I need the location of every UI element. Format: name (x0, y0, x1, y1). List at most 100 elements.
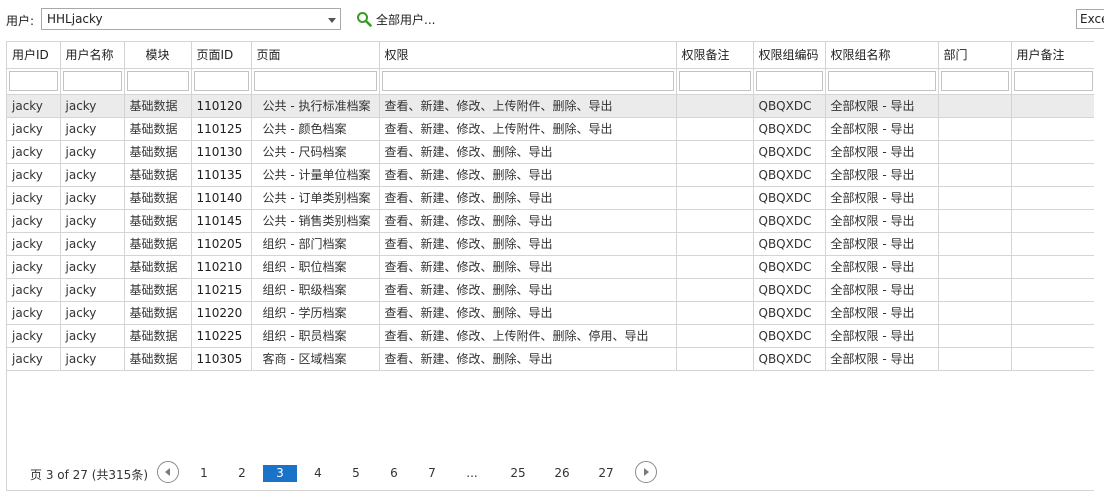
cell-group-code[interactable]: QBQXDC (753, 324, 826, 348)
cell-permission-note[interactable] (676, 163, 754, 187)
cell-permission[interactable]: 查看、新建、修改、删除、导出 (379, 278, 677, 302)
cell-permission-note[interactable] (676, 209, 754, 233)
cell-user-id[interactable]: jacky (7, 278, 61, 302)
cell-user-id[interactable]: jacky (7, 209, 61, 233)
cell-page[interactable]: 公共 - 订单类别档案 (251, 186, 380, 210)
table-row[interactable]: jacky jacky 基础数据 110225 组织 - 职员档案 查看、新建、修改、上传… (7, 324, 1094, 348)
cell-user-note[interactable] (1011, 117, 1094, 141)
export-excel-button[interactable]: Excel (1076, 9, 1104, 29)
cell-group-code[interactable]: QBQXDC (753, 94, 826, 118)
cell-group-code[interactable]: QBQXDC (753, 278, 826, 302)
cell-user-id[interactable]: jacky (7, 186, 61, 210)
cell-permission[interactable]: 查看、新建、修改、上传附件、删除、导出 (379, 117, 677, 141)
cell-group-code[interactable]: QBQXDC (753, 347, 826, 371)
cell-user-note[interactable] (1011, 278, 1094, 302)
table-row[interactable]: jacky jacky 基础数据 110120 公共 - 执行标准档案 查看、新建、修改、… (7, 94, 1094, 118)
cell-group-name[interactable]: 全部权限 - 导出 (825, 278, 939, 302)
cell-group-code[interactable]: QBQXDC (753, 255, 826, 279)
cell-page-id[interactable]: 110135 (191, 163, 252, 187)
table-row[interactable]: jacky jacky 基础数据 110125 公共 - 颜色档案 查看、新建、修改、上传… (7, 117, 1094, 141)
cell-user-name[interactable]: jacky (60, 186, 125, 210)
prev-page-button[interactable] (157, 461, 179, 483)
cell-module[interactable]: 基础数据 (124, 301, 192, 325)
filter-input-user-name[interactable] (62, 71, 122, 91)
table-row[interactable]: jacky jacky 基础数据 110130 公共 - 尺码档案 查看、新建、修改、删除… (7, 140, 1094, 164)
table-row[interactable]: jacky jacky 基础数据 110145 公共 - 销售类别档案 查看、新建、修改、… (7, 209, 1094, 233)
cell-page[interactable]: 公共 - 尺码档案 (251, 140, 380, 164)
cell-group-name[interactable]: 全部权限 - 导出 (825, 186, 939, 210)
cell-permission-note[interactable] (676, 255, 754, 279)
filter-input-page[interactable] (253, 71, 377, 91)
cell-user-name[interactable]: jacky (60, 301, 125, 325)
cell-user-id[interactable]: jacky (7, 255, 61, 279)
cell-permission[interactable]: 查看、新建、修改、删除、导出 (379, 232, 677, 256)
cell-user-name[interactable]: jacky (60, 163, 125, 187)
cell-permission-note[interactable] (676, 347, 754, 371)
cell-group-name[interactable]: 全部权限 - 导出 (825, 324, 939, 348)
column-header-group-code[interactable]: 权限组编码 (753, 42, 826, 69)
page-link[interactable]: 1 (187, 465, 221, 482)
table-row[interactable]: jacky jacky 基础数据 110215 组织 - 职级档案 查看、新建、修改、删除… (7, 278, 1094, 302)
cell-module[interactable]: 基础数据 (124, 278, 192, 302)
cell-group-name[interactable]: 全部权限 - 导出 (825, 94, 939, 118)
cell-module[interactable]: 基础数据 (124, 186, 192, 210)
cell-user-id[interactable]: jacky (7, 232, 61, 256)
user-select[interactable]: HHLjacky (41, 8, 341, 30)
cell-user-name[interactable]: jacky (60, 255, 125, 279)
cell-group-code[interactable]: QBQXDC (753, 186, 826, 210)
cell-user-id[interactable]: jacky (7, 301, 61, 325)
cell-page[interactable]: 公共 - 销售类别档案 (251, 209, 380, 233)
cell-department[interactable] (938, 278, 1012, 302)
cell-page-id[interactable]: 110120 (191, 94, 252, 118)
column-header-user-name[interactable]: 用户名称 (60, 42, 125, 69)
cell-group-name[interactable]: 全部权限 - 导出 (825, 117, 939, 141)
cell-module[interactable]: 基础数据 (124, 140, 192, 164)
cell-module[interactable]: 基础数据 (124, 232, 192, 256)
cell-permission-note[interactable] (676, 186, 754, 210)
cell-user-name[interactable]: jacky (60, 94, 125, 118)
cell-group-name[interactable]: 全部权限 - 导出 (825, 255, 939, 279)
table-row[interactable]: jacky jacky 基础数据 110135 公共 - 计量单位档案 查看、新建、修改、… (7, 163, 1094, 187)
cell-user-id[interactable]: jacky (7, 324, 61, 348)
cell-module[interactable]: 基础数据 (124, 255, 192, 279)
cell-page[interactable]: 公共 - 颜色档案 (251, 117, 380, 141)
cell-page[interactable]: 组织 - 部门档案 (251, 232, 380, 256)
filter-input-permission-note[interactable] (678, 71, 751, 91)
cell-user-note[interactable] (1011, 186, 1094, 210)
column-header-page-id[interactable]: 页面ID (191, 42, 252, 69)
cell-user-name[interactable]: jacky (60, 324, 125, 348)
page-link[interactable]: 2 (225, 465, 259, 482)
cell-group-code[interactable]: QBQXDC (753, 209, 826, 233)
cell-page[interactable]: 组织 - 职位档案 (251, 255, 380, 279)
cell-permission-note[interactable] (676, 94, 754, 118)
cell-user-id[interactable]: jacky (7, 117, 61, 141)
column-header-permission-note[interactable]: 权限备注 (676, 42, 754, 69)
page-link[interactable]: 26 (545, 465, 579, 482)
cell-user-note[interactable] (1011, 347, 1094, 371)
cell-user-name[interactable]: jacky (60, 278, 125, 302)
page-link[interactable]: 7 (415, 465, 449, 482)
cell-permission[interactable]: 查看、新建、修改、删除、导出 (379, 140, 677, 164)
page-link[interactable]: 25 (501, 465, 535, 482)
cell-user-name[interactable]: jacky (60, 209, 125, 233)
column-header-department[interactable]: 部门 (938, 42, 1012, 69)
cell-user-name[interactable]: jacky (60, 347, 125, 371)
cell-permission[interactable]: 查看、新建、修改、删除、导出 (379, 301, 677, 325)
cell-page-id[interactable]: 110125 (191, 117, 252, 141)
cell-page-id[interactable]: 110140 (191, 186, 252, 210)
cell-department[interactable] (938, 140, 1012, 164)
filter-input-group-code[interactable] (755, 71, 823, 91)
filter-input-user-id[interactable] (9, 71, 58, 91)
cell-page[interactable]: 客商 - 区域档案 (251, 347, 380, 371)
page-link[interactable]: 6 (377, 465, 411, 482)
cell-user-note[interactable] (1011, 163, 1094, 187)
cell-department[interactable] (938, 301, 1012, 325)
table-row[interactable]: jacky jacky 基础数据 110210 组织 - 职位档案 查看、新建、修改、删除… (7, 255, 1094, 279)
cell-permission[interactable]: 查看、新建、修改、删除、导出 (379, 255, 677, 279)
cell-permission-note[interactable] (676, 324, 754, 348)
cell-user-name[interactable]: jacky (60, 117, 125, 141)
cell-page-id[interactable]: 110130 (191, 140, 252, 164)
table-row[interactable]: jacky jacky 基础数据 110140 公共 - 订单类别档案 查看、新建、修改、… (7, 186, 1094, 210)
cell-group-name[interactable]: 全部权限 - 导出 (825, 301, 939, 325)
cell-page[interactable]: 公共 - 执行标准档案 (251, 94, 380, 118)
